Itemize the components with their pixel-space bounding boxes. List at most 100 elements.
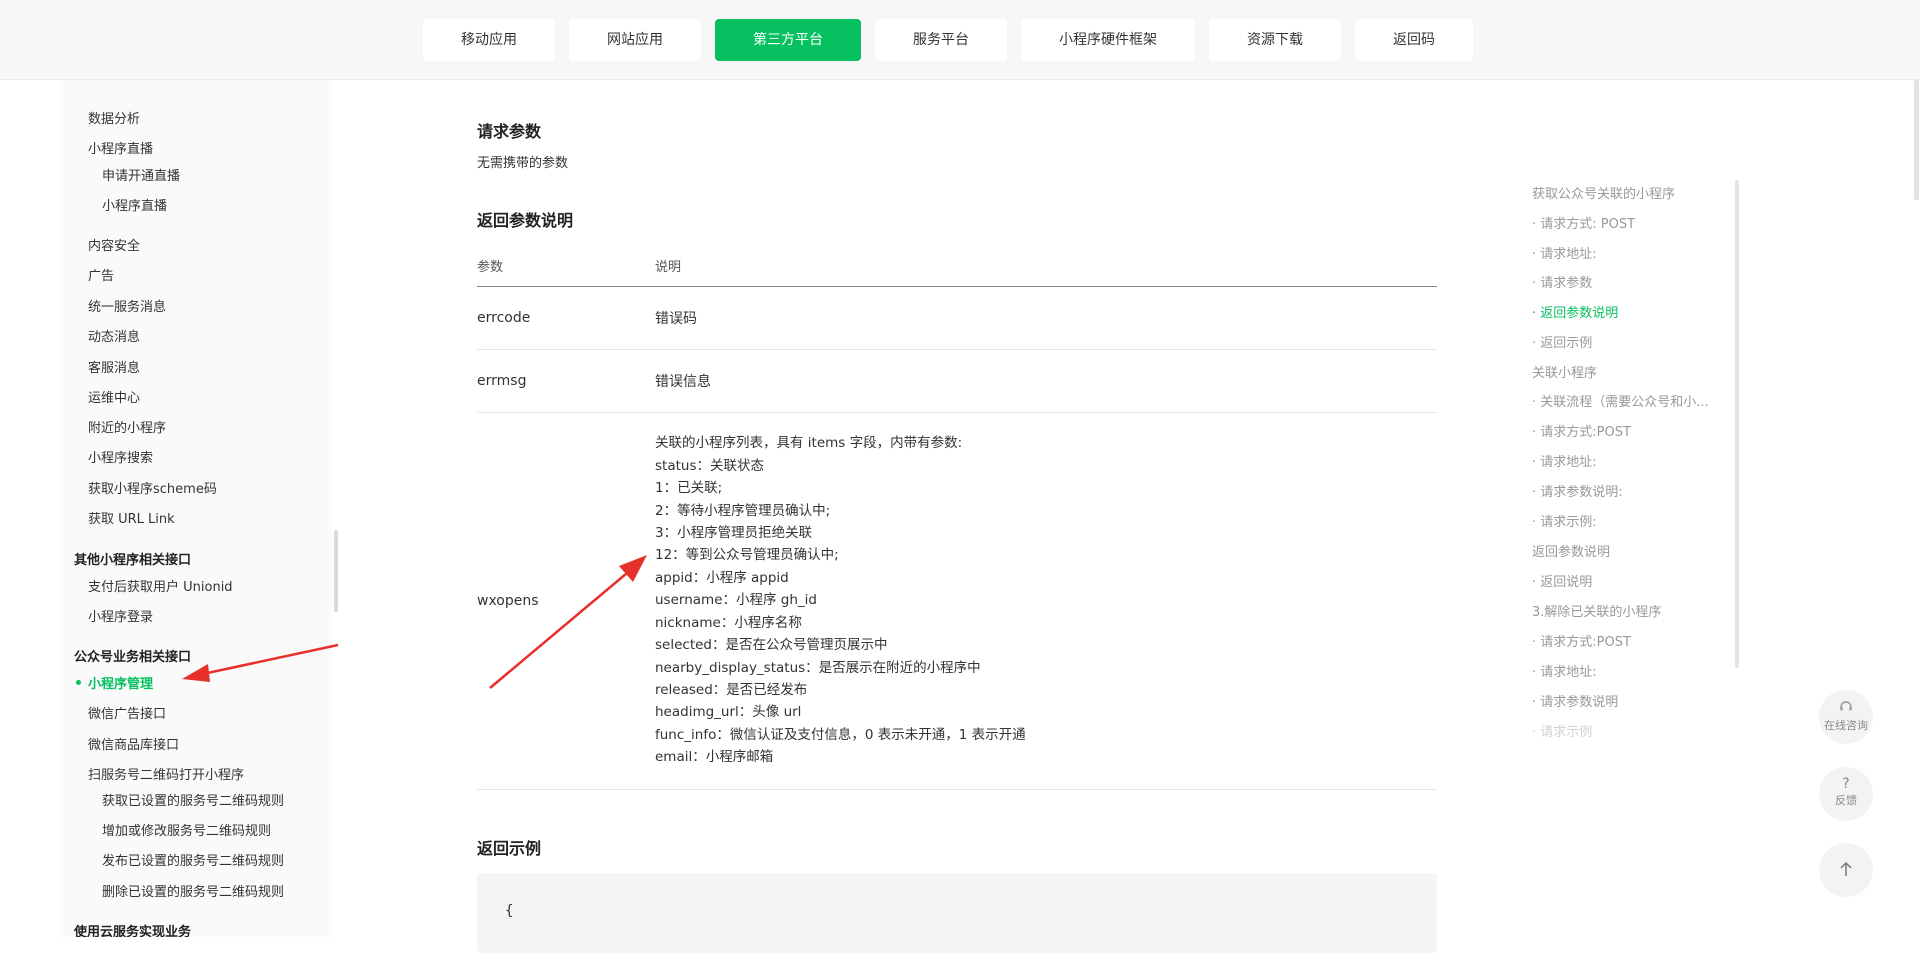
desc-line: 关联的小程序列表，具有 items 字段，内带有参数:	[655, 435, 963, 452]
sidebar-item[interactable]: 申请开通直播	[102, 165, 180, 184]
arrow-up-icon	[1819, 861, 1873, 881]
top-nav-tabs: 移动应用 网站应用 第三方平台 服务平台 小程序硬件框架 资源下载 返回码	[423, 19, 1473, 61]
sidebar-item[interactable]: 广告	[88, 265, 114, 284]
toc-item[interactable]: · 请求地址:	[1532, 451, 1597, 470]
toc-item[interactable]: · 返回说明	[1532, 571, 1592, 590]
return-params-table: 参数 说明 errcode 错误码 errmsg 错误信息 wxopens 关联…	[477, 246, 1437, 790]
sidebar-item[interactable]: 扫服务号二维码打开小程序	[88, 764, 244, 783]
desc-line: nearby_display_status：是否展示在附近的小程序中	[655, 659, 981, 676]
toc-item[interactable]: · 请求方式: POST	[1532, 213, 1635, 232]
sidebar-item[interactable]: 小程序搜索	[88, 447, 153, 466]
sidebar-item-miniprogram-management[interactable]: 小程序管理	[88, 673, 153, 692]
sidebar-item[interactable]: 小程序直播	[88, 138, 153, 157]
sidebar-item[interactable]: 小程序登录	[88, 606, 153, 625]
question-icon: ?	[1842, 776, 1850, 792]
sidebar-item[interactable]: 动态消息	[88, 326, 140, 345]
sidebar-item[interactable]: 获取小程序scheme码	[88, 478, 217, 497]
wxopens-desc: 关联的小程序列表，具有 items 字段，内带有参数: status：关联状态 …	[655, 432, 1437, 768]
sidebar-item[interactable]: 获取已设置的服务号二维码规则	[102, 790, 284, 809]
sidebar-item[interactable]: 微信商品库接口	[88, 734, 179, 753]
desc-line: 2：等待小程序管理员确认中;	[655, 502, 831, 519]
toc-item[interactable]: 3.解除已关联的小程序	[1532, 601, 1661, 620]
toc-item[interactable]: · 请求方式:POST	[1532, 631, 1631, 650]
desc-line: released：是否已经发布	[655, 681, 808, 698]
return-params-heading: 返回参数说明	[477, 211, 574, 230]
toc-item[interactable]: 关联小程序	[1532, 362, 1597, 381]
sidebar-item[interactable]: 支付后获取用户 Unionid	[88, 576, 233, 595]
desc-line: nickname：小程序名称	[655, 614, 802, 631]
online-consult-button[interactable]: 在线咨询	[1819, 690, 1873, 744]
tab-resource-download[interactable]: 资源下载	[1209, 19, 1341, 61]
sidebar-item[interactable]: 增加或修改服务号二维码规则	[102, 820, 271, 839]
sidebar-item[interactable]: 发布已设置的服务号二维码规则	[102, 850, 284, 869]
tab-third-party-platform[interactable]: 第三方平台	[715, 19, 861, 61]
tab-mobile-apps[interactable]: 移动应用	[423, 19, 555, 61]
sidebar-nav: ············· 数据分析 小程序直播 申请开通直播 小程序直播 内容…	[60, 80, 332, 937]
code-line: {	[505, 903, 514, 919]
sidebar-item[interactable]: 数据分析	[88, 108, 140, 127]
page-scrollbar[interactable]	[1914, 80, 1919, 200]
desc-line: func_info：微信认证及支付信息，0 表示未开通，1 表示开通	[655, 726, 1026, 743]
sidebar-item[interactable]: 统一服务消息	[88, 296, 166, 315]
red-arrow-sidebar-icon	[182, 643, 339, 682]
param-desc: 关联的小程序列表，具有 items 字段，内带有参数: status：关联状态 …	[655, 412, 1437, 790]
sidebar-item[interactable]: 内容安全	[88, 235, 140, 254]
request-params-heading: 请求参数	[477, 122, 542, 141]
toc-item[interactable]: 获取公众号关联的小程序	[1532, 183, 1675, 202]
toc-item[interactable]: · 请求示例	[1532, 721, 1592, 740]
toc-item[interactable]: · 返回示例	[1532, 332, 1592, 351]
param-name: errcode	[477, 286, 655, 350]
param-desc: 错误码	[655, 286, 1437, 350]
tab-website-apps[interactable]: 网站应用	[569, 19, 701, 61]
table-header-row: 参数 说明	[477, 246, 1437, 287]
toc-item[interactable]: 返回参数说明	[1532, 541, 1610, 560]
desc-line: 3：小程序管理员拒绝关联	[655, 525, 813, 542]
desc-line: status：关联状态	[655, 457, 764, 474]
sidebar-item-cut-off[interactable]: ·············	[102, 80, 156, 82]
tab-service-platform[interactable]: 服务平台	[875, 19, 1007, 61]
sidebar-item[interactable]: 获取 URL Link	[88, 508, 175, 527]
toc-item[interactable]: · 请求示例:	[1532, 511, 1597, 530]
sidebar-item[interactable]: 微信广告接口	[88, 703, 166, 722]
return-example-heading: 返回示例	[477, 839, 542, 858]
code-block: {	[477, 873, 1437, 953]
feedback-button[interactable]: ? 反馈	[1819, 767, 1873, 821]
toc-item[interactable]: · 请求参数说明	[1532, 691, 1618, 710]
feedback-label: 反馈	[1835, 794, 1857, 807]
desc-line: username：小程序 gh_id	[655, 592, 817, 609]
red-arrow-table-icon	[489, 555, 647, 689]
sidebar-item[interactable]: 删除已设置的服务号二维码规则	[102, 881, 284, 900]
active-dot-icon	[76, 680, 81, 685]
param-name: errmsg	[477, 349, 655, 413]
desc-line: headimg_url：头像 url	[655, 704, 802, 721]
tab-return-codes[interactable]: 返回码	[1355, 19, 1473, 61]
sidebar-item[interactable]: 客服消息	[88, 357, 140, 376]
sidebar-group-title[interactable]: 使用云服务实现业务	[74, 921, 191, 937]
desc-line: 1：已关联;	[655, 480, 723, 497]
sidebar-group-title[interactable]: 其他小程序相关接口	[74, 549, 191, 568]
desc-line: appid：小程序 appid	[655, 569, 789, 586]
toc-scrollbar[interactable]	[1735, 180, 1739, 668]
desc-line: selected：是否在公众号管理页展示中	[655, 637, 888, 654]
back-to-top-button[interactable]	[1819, 843, 1873, 897]
column-header-desc: 说明	[655, 246, 1437, 287]
sidebar-item[interactable]: 运维中心	[88, 387, 140, 406]
column-header-param: 参数	[477, 246, 655, 287]
tab-miniprogram-hardware[interactable]: 小程序硬件框架	[1021, 19, 1195, 61]
request-params-text: 无需携带的参数	[477, 156, 569, 171]
top-nav-bar: 移动应用 网站应用 第三方平台 服务平台 小程序硬件框架 资源下载 返回码	[0, 0, 1920, 80]
toc-item[interactable]: · 请求地址:	[1532, 661, 1597, 680]
toc-item[interactable]: · 请求参数说明:	[1532, 481, 1623, 500]
toc-item[interactable]: · 关联流程（需要公众号和小...	[1532, 391, 1709, 410]
table-row: errmsg 错误信息	[477, 349, 1437, 413]
sidebar-item[interactable]: 附近的小程序	[88, 417, 166, 436]
toc-item[interactable]: · 请求方式:POST	[1532, 421, 1631, 440]
online-consult-label: 在线咨询	[1824, 719, 1868, 732]
toc-item-active[interactable]: · 返回参数说明	[1532, 302, 1618, 321]
param-desc: 错误信息	[655, 349, 1437, 413]
sidebar-scrollbar[interactable]	[334, 530, 338, 612]
sidebar-item[interactable]: 小程序直播	[102, 195, 167, 214]
toc-item[interactable]: · 请求参数	[1532, 272, 1592, 291]
desc-line: 12：等到公众号管理员确认中;	[655, 547, 839, 564]
toc-item[interactable]: · 请求地址:	[1532, 243, 1597, 262]
